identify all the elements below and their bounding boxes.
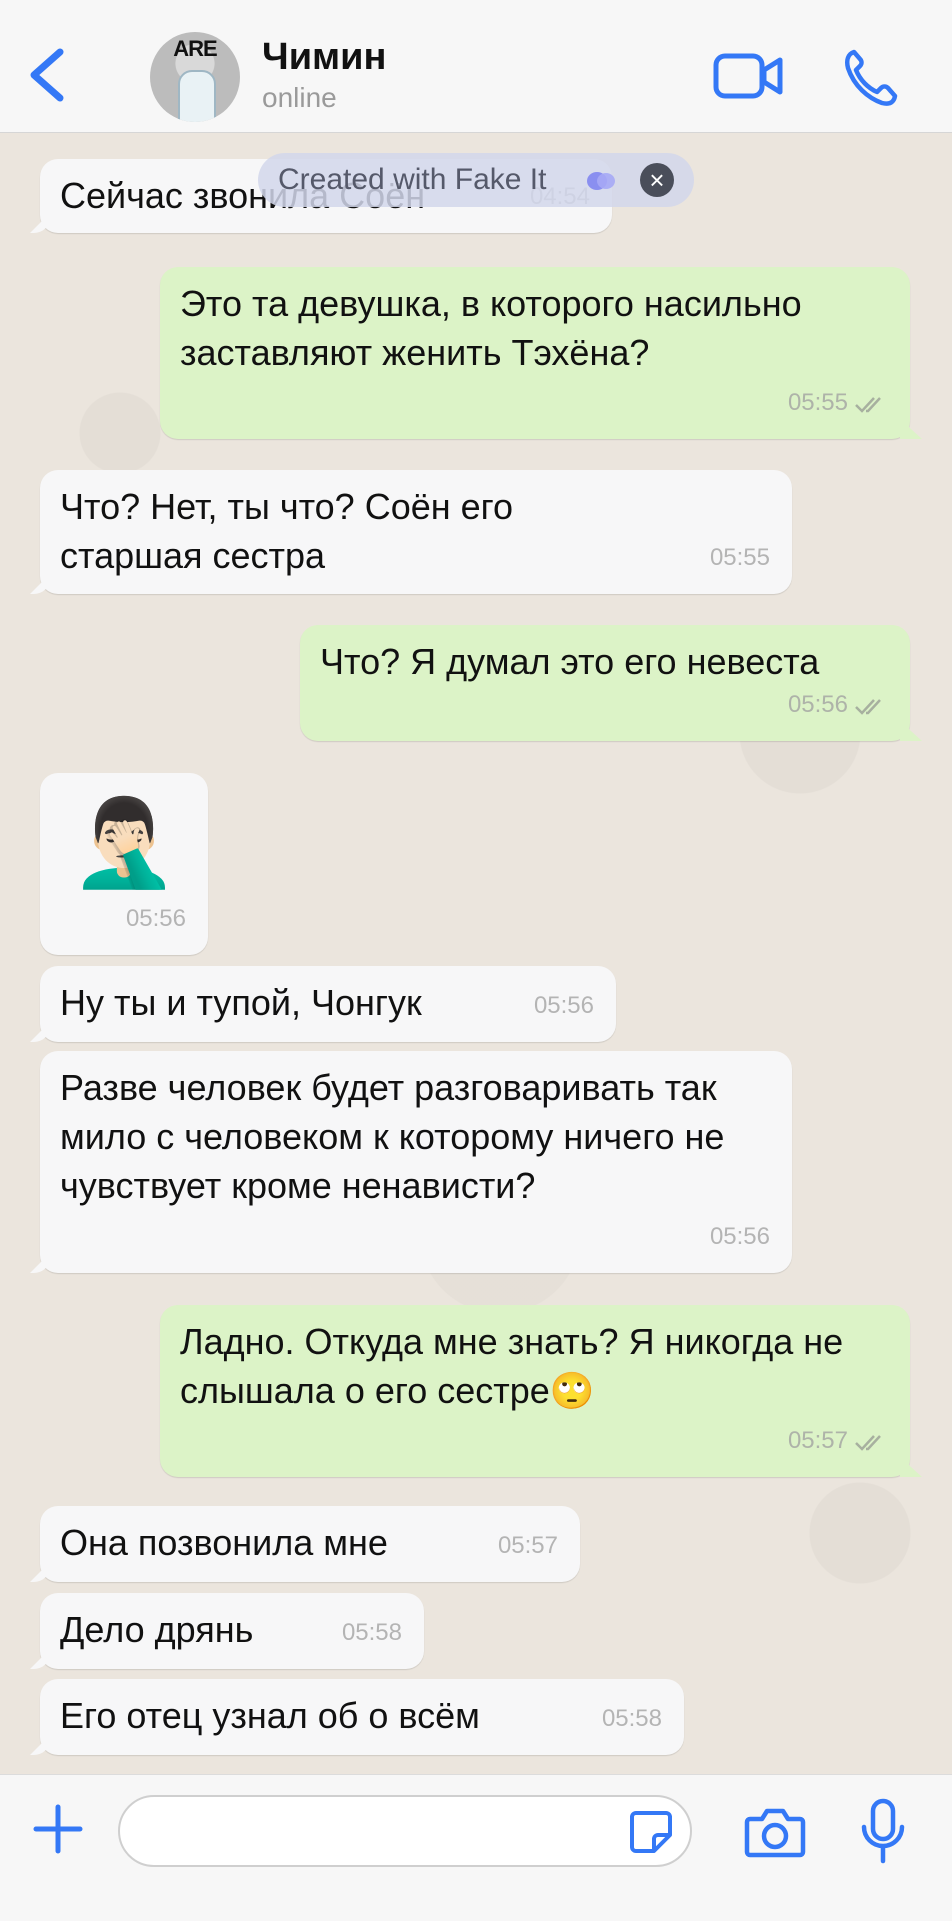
message-time: 05:57 <box>497 1532 558 1559</box>
contact-name[interactable]: Чимин <box>262 36 386 79</box>
video-call-icon[interactable] <box>712 48 784 104</box>
message-time: 05:56 <box>533 992 594 1019</box>
message-text: Разве человек будет разговаривать так ми… <box>60 1067 725 1206</box>
message-bubble[interactable]: Его отец узнал об о всём 05:58 <box>40 1679 684 1755</box>
watermark-text: Created with Fake It <box>278 163 547 196</box>
message-bubble[interactable]: Что? Нет, ты что? Соён его старшая сестр… <box>40 470 792 594</box>
message-time: 05:58 <box>341 1619 402 1646</box>
message-time: 05:57 <box>787 1427 848 1454</box>
message-time: 05:58 <box>601 1705 662 1732</box>
message-bubble[interactable]: Она позвонила мне 05:57 <box>40 1506 580 1582</box>
message-time: 05:55 <box>709 544 770 571</box>
composer-bar <box>0 1774 952 1921</box>
message-bubble[interactable]: Это та девушка, в которого насильно заст… <box>160 267 910 439</box>
avatar-figure <box>178 70 216 122</box>
chat-header: ARE Чимин online <box>0 0 952 133</box>
chevron-left-icon[interactable] <box>22 40 72 110</box>
double-check-icon <box>855 698 881 715</box>
message-bubble[interactable]: Разве человек будет разговаривать так ми… <box>40 1051 792 1273</box>
avatar-text: ARE <box>173 36 217 61</box>
app-logo-icon <box>587 172 615 190</box>
message-list[interactable]: Сейчас звонила Соён 04:54 Это та девушка… <box>0 133 952 1773</box>
double-check-icon <box>855 1434 881 1451</box>
message-text: Ну ты и тупой, Чонгук <box>60 982 422 1023</box>
message-text: Его отец узнал об о всём <box>60 1695 480 1736</box>
watermark-close-button[interactable]: × <box>640 163 674 197</box>
message-time: 05:56 <box>787 691 848 718</box>
message-time: 05:56 <box>709 1223 770 1250</box>
camera-icon[interactable] <box>744 1805 806 1859</box>
message-meta: 05:55 <box>788 378 888 427</box>
contact-status: online <box>262 82 337 113</box>
sticker-message[interactable]: 🤦🏻‍♂️ 05:56 <box>40 773 208 955</box>
double-check-icon <box>855 396 881 413</box>
avatar[interactable]: ARE <box>150 32 240 122</box>
sticker-icon[interactable] <box>628 1809 674 1855</box>
message-meta: 05:56 <box>788 680 888 729</box>
watermark-banner: Created with Fake It × <box>258 153 694 207</box>
message-meta: 05:57 <box>788 1416 888 1465</box>
message-bubble[interactable]: Дело дрянь 05:58 <box>40 1593 424 1669</box>
message-text: Что? Я думал это его невеста <box>320 641 820 682</box>
message-text: Это та девушка, в которого насильно заст… <box>180 283 802 373</box>
message-time: 05:55 <box>787 389 848 416</box>
message-input[interactable] <box>118 1795 692 1867</box>
phone-icon[interactable] <box>842 46 898 108</box>
message-text: Что? Нет, ты что? Соён его старшая сестр… <box>60 486 514 576</box>
message-time: 05:56 <box>125 905 186 932</box>
plus-icon[interactable] <box>30 1801 86 1857</box>
message-text: Ладно. Откуда мне знать? Я никогда не сл… <box>180 1321 844 1411</box>
microphone-icon[interactable] <box>858 1797 908 1867</box>
message-bubble[interactable]: Ну ты и тупой, Чонгук 05:56 <box>40 966 616 1042</box>
message-bubble[interactable]: Что? Я думал это его невеста 05:56 <box>300 625 910 741</box>
facepalm-emoji: 🤦🏻‍♂️ <box>70 795 178 891</box>
message-bubble[interactable]: Ладно. Откуда мне знать? Я никогда не сл… <box>160 1305 910 1477</box>
message-text: Она позвонила мне <box>60 1522 388 1563</box>
